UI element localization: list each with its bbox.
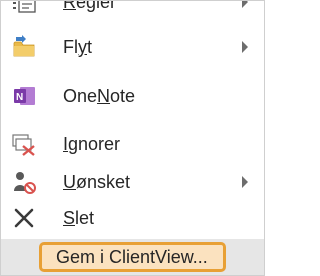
menu-item-label: Slet (63, 208, 95, 228)
submenu-arrow-icon (242, 41, 248, 53)
context-menu: Regler Flyt N OneNote Ignorer Uønsket Sl… (0, 0, 265, 276)
menu-item-ignore[interactable]: Ignorer (1, 123, 264, 165)
junk-email-icon (14, 172, 36, 194)
menu-item-label: Ignorer (63, 134, 121, 154)
folder-move-icon (13, 35, 35, 57)
menu-item-label: Flyt (63, 37, 93, 57)
rules-icon (13, 1, 36, 13)
menu-item-move[interactable]: Flyt (1, 26, 264, 68)
ignore-conversation-icon (12, 134, 35, 156)
onenote-icon: N (14, 87, 35, 105)
menu-item-label: Gem i ClientView... (56, 247, 208, 267)
menu-item-label: OneNote (63, 86, 136, 106)
menu-item-onenote[interactable]: N OneNote (1, 75, 264, 117)
svg-text:N: N (16, 92, 23, 103)
menu-item-save-to-clientview[interactable]: Gem i ClientView... (1, 239, 264, 275)
menu-item-rules[interactable]: Regler (1, 0, 264, 23)
submenu-arrow-icon (242, 176, 248, 188)
delete-icon (14, 208, 34, 228)
highlight-box: Gem i ClientView... (39, 242, 226, 272)
menu-item-label: Regler (63, 0, 117, 12)
submenu-arrow-icon (242, 1, 248, 8)
menu-item-delete[interactable]: Slet (1, 197, 264, 239)
